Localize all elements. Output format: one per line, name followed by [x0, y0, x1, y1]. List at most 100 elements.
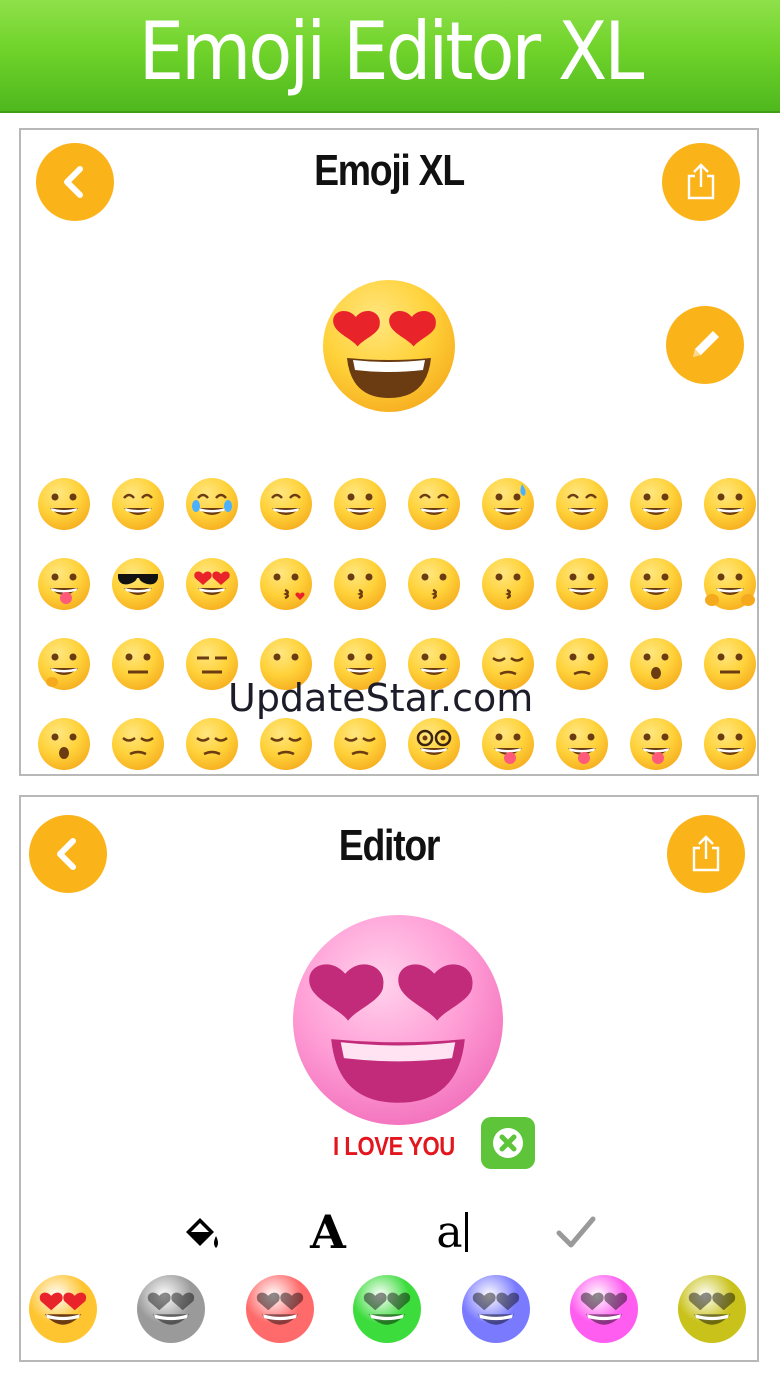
selected-emoji-preview	[323, 280, 455, 412]
emoji-cell-blush[interactable]	[693, 464, 767, 544]
swatch-original[interactable]	[29, 1275, 97, 1343]
emoji-cell-beaming[interactable]	[101, 464, 175, 544]
emoji-cell-drooling[interactable]	[693, 704, 767, 784]
emoji-cell-yum[interactable]	[27, 544, 101, 624]
heart-eyes-icon	[472, 1292, 520, 1325]
heart-eyes-icon	[39, 1292, 87, 1325]
yum-icon	[38, 558, 90, 610]
heart-eyes-icon	[186, 558, 238, 610]
emoji-cell-zipper-mouth[interactable]	[693, 624, 767, 704]
nerd-icon	[408, 718, 460, 770]
close-icon	[493, 1128, 523, 1158]
swatch-blue[interactable]	[462, 1275, 530, 1343]
relieved-icon	[334, 718, 386, 770]
heart-eyes-icon	[256, 1292, 304, 1325]
remove-caption-button[interactable]	[481, 1117, 535, 1169]
wink-icon	[630, 478, 682, 530]
sleeping-icon	[260, 718, 312, 770]
heart-eyes-icon	[580, 1292, 628, 1325]
emoji-cell-rofl[interactable]	[249, 464, 323, 544]
slight-smile-icon	[630, 558, 682, 610]
emoji-cell-sweat-smile[interactable]	[471, 464, 545, 544]
neutral-icon	[112, 638, 164, 690]
emoji-cell-hugging[interactable]	[693, 544, 767, 624]
kissing-smiling-eyes-icon	[408, 558, 460, 610]
joy-icon	[186, 478, 238, 530]
laughing-icon	[556, 478, 608, 530]
swatch-magenta[interactable]	[570, 1275, 638, 1343]
emoji-cell-grinning[interactable]	[27, 464, 101, 544]
sleepy-icon	[112, 718, 164, 770]
kissing-icon	[334, 558, 386, 610]
kissing-heart-icon	[260, 558, 312, 610]
font-icon: A	[310, 1205, 346, 1259]
drooling-icon	[704, 718, 756, 770]
emoji-cell-kissing-smiling-eyes[interactable]	[397, 544, 471, 624]
emoji-cell-hushed[interactable]	[27, 704, 101, 784]
grinning-icon	[38, 478, 90, 530]
emoji-cell-kissing[interactable]	[323, 544, 397, 624]
check-icon	[556, 1216, 596, 1248]
smiley-icon	[334, 478, 386, 530]
heart-eyes-icon	[688, 1292, 736, 1325]
kissing-closed-eyes-icon	[482, 558, 534, 610]
emoji-cell-thinking[interactable]	[27, 624, 101, 704]
emoji-cell-smile[interactable]	[397, 464, 471, 544]
emoji-cell-neutral[interactable]	[101, 624, 175, 704]
app-title: Emoji Editor XL	[138, 4, 645, 98]
emoji-cell-kissing-closed-eyes[interactable]	[471, 544, 545, 624]
fill-color-tool[interactable]	[177, 1207, 227, 1257]
emoji-cell-heart-eyes[interactable]	[175, 544, 249, 624]
blush-icon	[704, 478, 756, 530]
heart-eyes-icon	[363, 1292, 411, 1325]
share-icon	[692, 835, 720, 872]
relaxed-icon	[556, 558, 608, 610]
confirm-tool[interactable]	[549, 1205, 603, 1259]
emoji-cell-joy[interactable]	[175, 464, 249, 544]
heart-eyes-icon	[147, 1292, 195, 1325]
swatch-green[interactable]	[353, 1275, 421, 1343]
open-mouth-icon	[630, 638, 682, 690]
swatch-gray[interactable]	[137, 1275, 205, 1343]
emoji-cell-slight-smile[interactable]	[619, 544, 693, 624]
rofl-icon	[260, 478, 312, 530]
sunglasses-icon	[112, 558, 164, 610]
edited-emoji	[293, 915, 503, 1125]
emoji-cell-sleepy[interactable]	[101, 704, 175, 784]
edit-button[interactable]	[666, 306, 744, 384]
heart-eyes-icon	[333, 311, 436, 398]
panel-title: Emoji XL	[314, 146, 465, 195]
emoji-cell-smiley[interactable]	[323, 464, 397, 544]
hushed-icon	[38, 718, 90, 770]
emoji-cell-wink[interactable]	[619, 464, 693, 544]
emoji-cell-kissing-heart[interactable]	[249, 544, 323, 624]
squint-tongue-icon	[630, 718, 682, 770]
emoji-cell-wink-tongue[interactable]	[545, 704, 619, 784]
caption-text[interactable]: I LOVE YOU	[333, 1131, 455, 1162]
emoji-cell-laughing[interactable]	[545, 464, 619, 544]
emoji-cell-disappointed-relieved[interactable]	[545, 624, 619, 704]
swatch-red[interactable]	[246, 1275, 314, 1343]
emoji-cell-relaxed[interactable]	[545, 544, 619, 624]
share-icon	[687, 163, 715, 200]
smile-icon	[408, 478, 460, 530]
watermark: UpdateStar.com	[228, 676, 534, 720]
emoji-cell-sunglasses[interactable]	[101, 544, 175, 624]
font-tool[interactable]: A	[301, 1205, 355, 1259]
tired-icon	[186, 718, 238, 770]
editor-title: Editor	[338, 821, 441, 870]
beaming-icon	[112, 478, 164, 530]
hugging-icon	[704, 558, 756, 610]
app-banner: Emoji Editor XL	[0, 0, 780, 113]
zipper-mouth-icon	[704, 638, 756, 690]
swatch-olive[interactable]	[678, 1275, 746, 1343]
paint-bucket-icon	[186, 1218, 218, 1248]
emoji-cell-squint-tongue[interactable]	[619, 704, 693, 784]
tongue-icon	[482, 718, 534, 770]
share-button[interactable]	[662, 143, 740, 221]
thinking-icon	[38, 638, 90, 690]
text-cursor-icon: a	[436, 1207, 468, 1258]
emoji-cell-open-mouth[interactable]	[619, 624, 693, 704]
text-style-tool[interactable]: a	[425, 1205, 479, 1259]
editor-share-button[interactable]	[667, 815, 745, 893]
